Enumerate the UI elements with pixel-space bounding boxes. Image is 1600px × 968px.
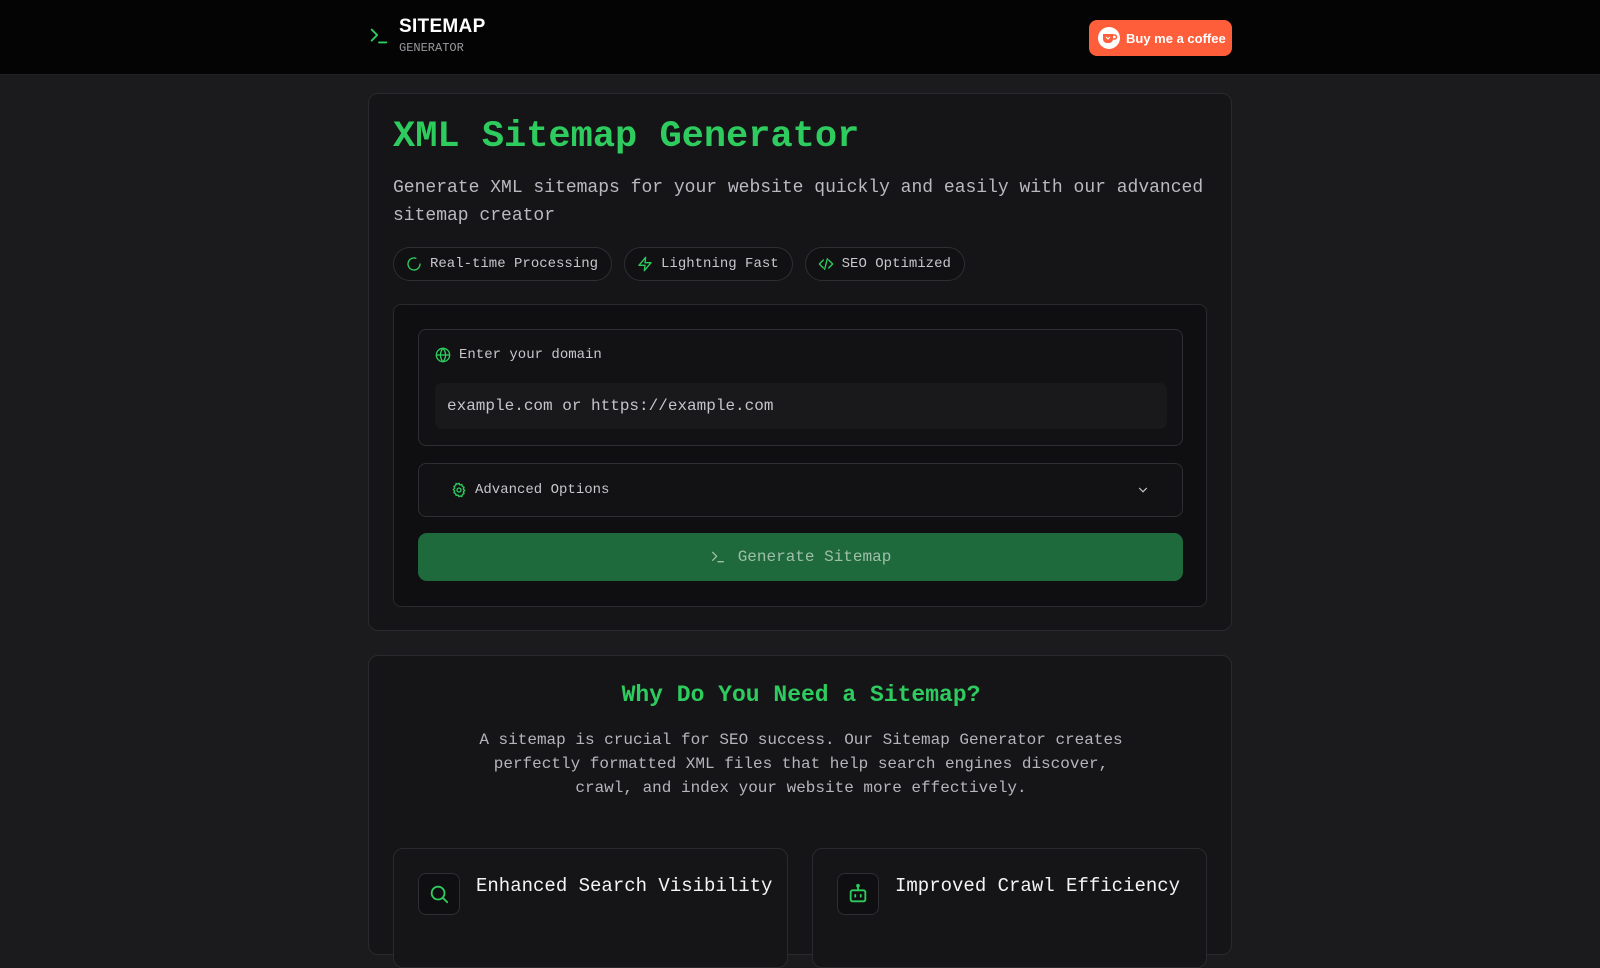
sitemap-form: Enter your domain Advanced Options Gener… [393, 304, 1207, 607]
buy-me-a-coffee-button[interactable]: Buy me a coffee [1089, 20, 1232, 56]
feature-title: Improved Crawl Efficiency [895, 875, 1181, 897]
feature-card-search-visibility: Enhanced Search Visibility [393, 848, 788, 968]
brand-subtitle: GENERATOR [399, 41, 464, 55]
gear-icon [452, 482, 466, 498]
terminal-icon [711, 551, 724, 563]
code-icon [818, 258, 833, 270]
generate-sitemap-button[interactable]: Generate Sitemap [418, 533, 1183, 581]
domain-label-text: Enter your domain [459, 347, 602, 363]
pill-seo-optimized: SEO Optimized [804, 247, 965, 281]
top-navbar: SITEMAP GENERATOR Buy me a coffee [0, 0, 1600, 75]
globe-icon [435, 347, 451, 363]
page-description: Generate XML sitemaps for your website q… [393, 178, 1204, 226]
coffee-cup-icon [1098, 27, 1120, 49]
domain-label: Enter your domain [435, 347, 602, 363]
why-sitemap-section: Why Do You Need a Sitemap? A sitemap is … [368, 655, 1232, 968]
generate-sitemap-label: Generate Sitemap [737, 548, 892, 566]
feature-icon-box [418, 873, 460, 915]
domain-input[interactable] [435, 383, 1167, 429]
advanced-options-label: Advanced Options [475, 482, 610, 498]
page-title: XML Sitemap Generator [393, 116, 860, 158]
pill-realtime-processing: Real-time Processing [393, 247, 613, 281]
pill-label: Lightning Fast [661, 256, 779, 272]
feature-pills: Real-time Processing Lightning Fast SEO … [393, 247, 965, 281]
generator-card: XML Sitemap Generator Generate XML sitem… [368, 93, 1232, 631]
feature-card-crawl-efficiency: Improved Crawl Efficiency [812, 848, 1207, 968]
terminal-icon [370, 28, 388, 44]
section-description: A sitemap is crucial for SEO success. Ou… [479, 731, 1123, 797]
pill-lightning-fast: Lightning Fast [624, 247, 793, 281]
brand-logo[interactable]: SITEMAP GENERATOR [368, 16, 486, 56]
domain-field-group: Enter your domain [418, 329, 1183, 446]
section-title: Why Do You Need a Sitemap? [621, 682, 981, 708]
advanced-options-toggle[interactable]: Advanced Options [418, 463, 1183, 517]
pill-label: Real-time Processing [430, 256, 599, 272]
pill-label: SEO Optimized [841, 256, 951, 272]
chevron-down-icon [1138, 487, 1148, 493]
robot-icon [849, 883, 867, 903]
brand-title: SITEMAP [399, 16, 486, 37]
buy-me-a-coffee-label: Buy me a coffee [1126, 30, 1226, 46]
search-icon [430, 885, 449, 904]
lightning-icon [638, 256, 652, 272]
feature-title: Enhanced Search Visibility [476, 875, 773, 897]
feature-icon-box [837, 873, 879, 915]
spinner-icon [407, 257, 421, 271]
